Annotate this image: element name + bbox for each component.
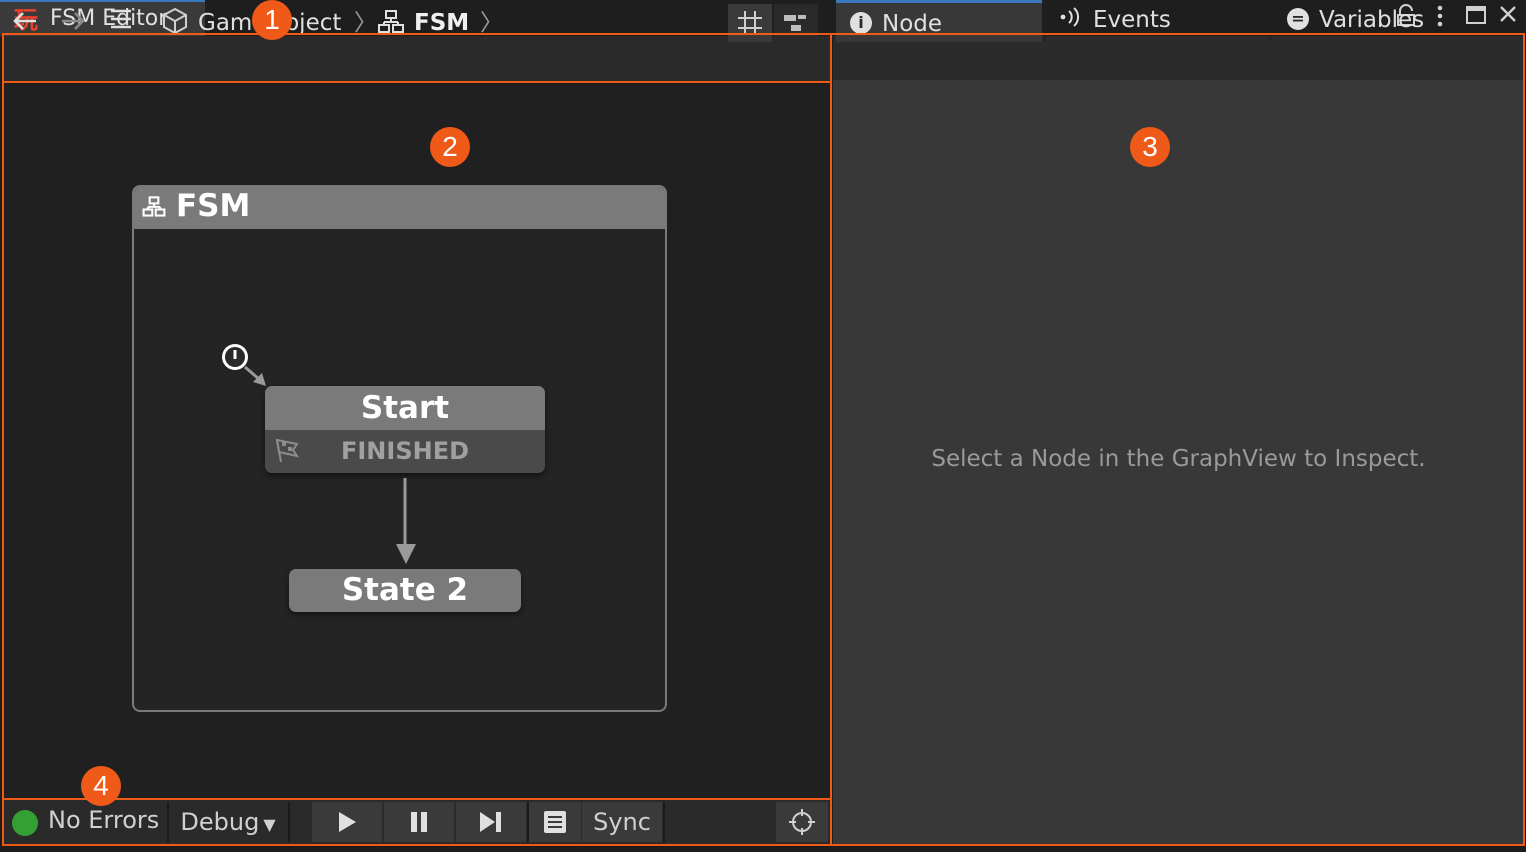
annotation-frame-inspector: [830, 33, 1525, 846]
annotation-badge-2: 2: [430, 127, 470, 167]
annotation-badge-4: 4: [81, 766, 121, 806]
tab-events-label: Events: [1093, 7, 1171, 33]
annotation-frame-statusbar: [2, 798, 832, 846]
info-icon: i: [850, 12, 872, 34]
tab-variables-label: Variables: [1319, 7, 1425, 33]
annotation-frame-toolbar: [2, 33, 832, 83]
annotation-frame-graph: [2, 81, 832, 800]
annotation-badge-1: 1: [252, 0, 292, 40]
annotation-badge-3: 3: [1130, 127, 1170, 167]
equals-icon: =: [1287, 8, 1309, 30]
